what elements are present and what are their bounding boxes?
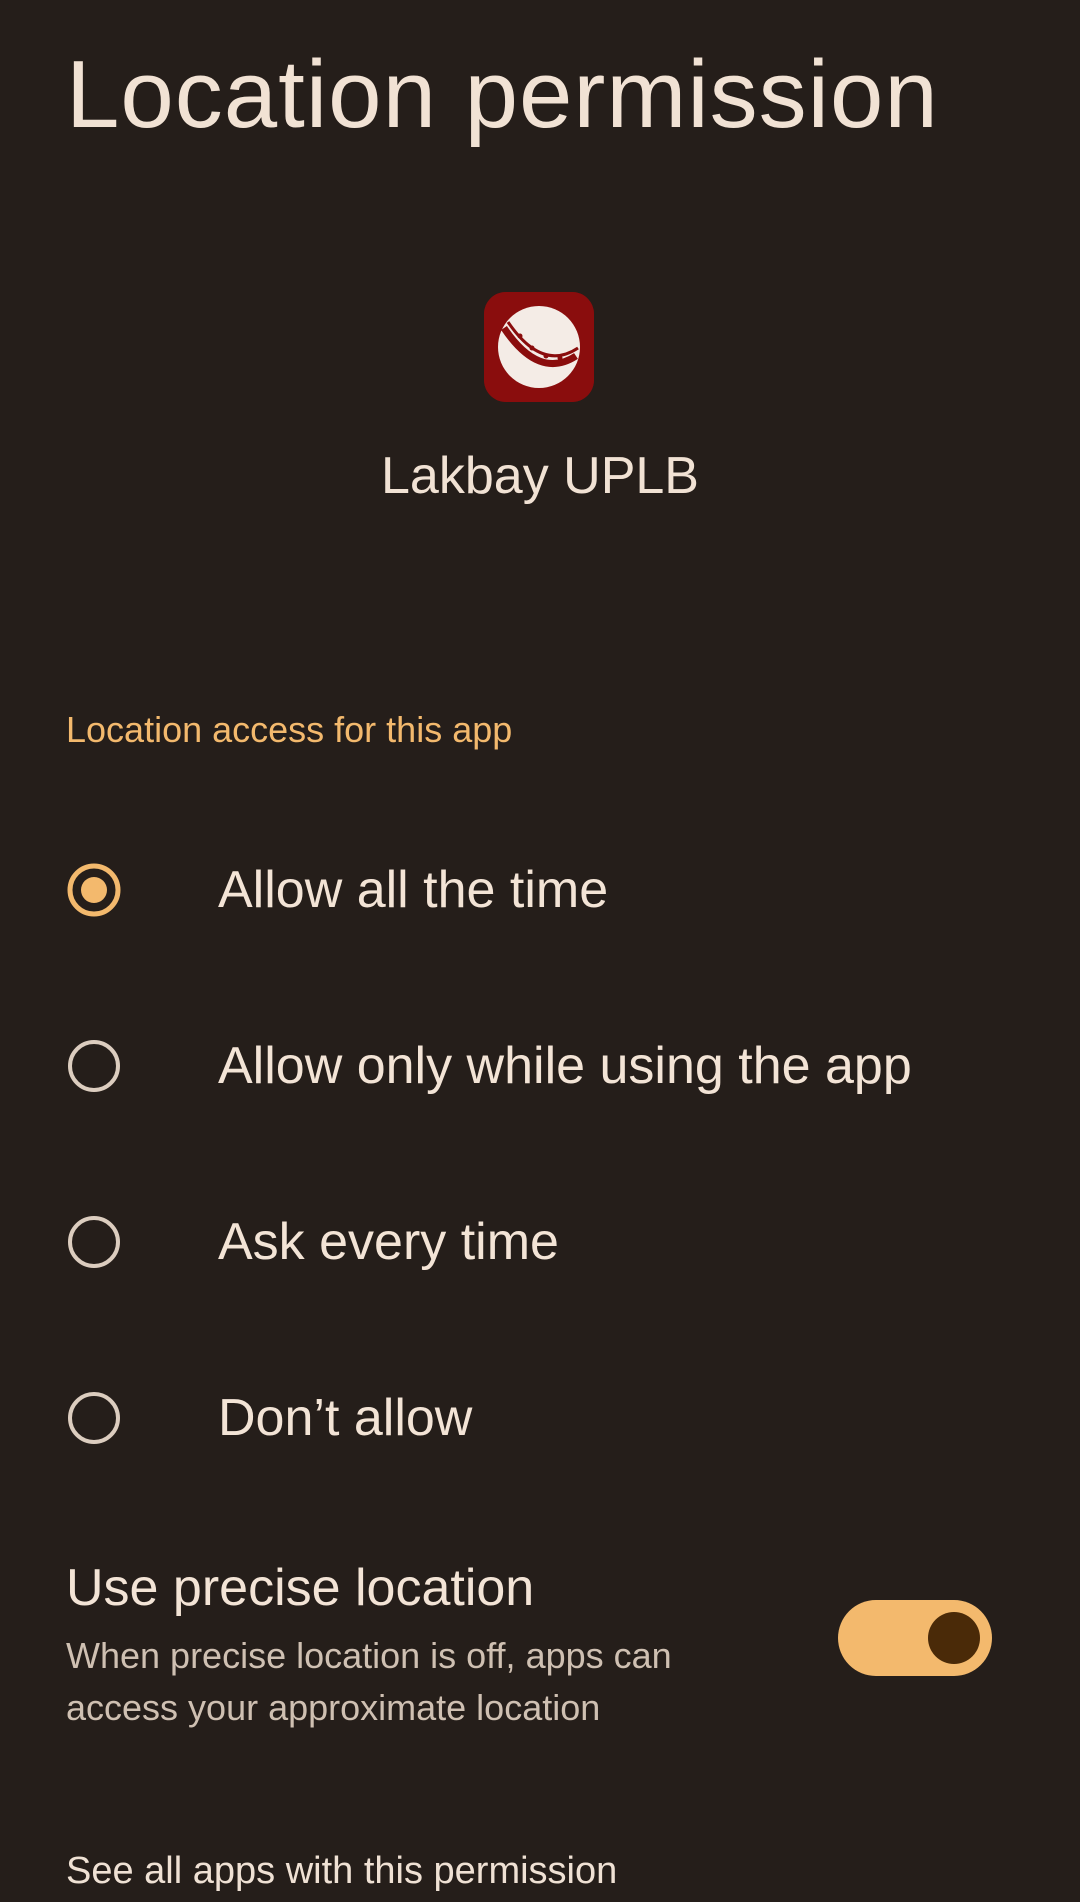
- ball-logo-icon: [484, 292, 594, 402]
- option-label: Allow only while using the app: [218, 1037, 912, 1095]
- option-allow-all-the-time[interactable]: Allow all the time: [66, 830, 1026, 950]
- toggle-thumb: [928, 1612, 980, 1664]
- option-ask-every-time[interactable]: Ask every time: [66, 1182, 1026, 1302]
- see-all-apps-link[interactable]: See all apps with this permission: [66, 1846, 617, 1896]
- app-name: Lakbay UPLB: [381, 447, 699, 505]
- radio-unselected-icon[interactable]: [66, 1038, 122, 1094]
- option-label: Ask every time: [218, 1213, 559, 1271]
- precise-location-description: When precise location is off, apps can a…: [66, 1635, 672, 1728]
- option-label: Allow all the time: [218, 861, 609, 919]
- radio-unselected-icon[interactable]: [66, 1390, 122, 1446]
- section-header-location-access: Location access for this app: [66, 709, 513, 750]
- option-allow-while-using[interactable]: Allow only while using the app: [66, 1006, 1026, 1126]
- option-dont-allow[interactable]: Don’t allow: [66, 1358, 1026, 1478]
- precise-location-title: Use precise location: [66, 1559, 535, 1617]
- app-icon: [484, 292, 594, 402]
- precise-location-toggle[interactable]: [838, 1600, 992, 1676]
- radio-selected-icon[interactable]: [66, 862, 122, 918]
- page-title: Location permission: [66, 41, 939, 148]
- option-label: Don’t allow: [218, 1389, 473, 1447]
- radio-unselected-icon[interactable]: [66, 1214, 122, 1270]
